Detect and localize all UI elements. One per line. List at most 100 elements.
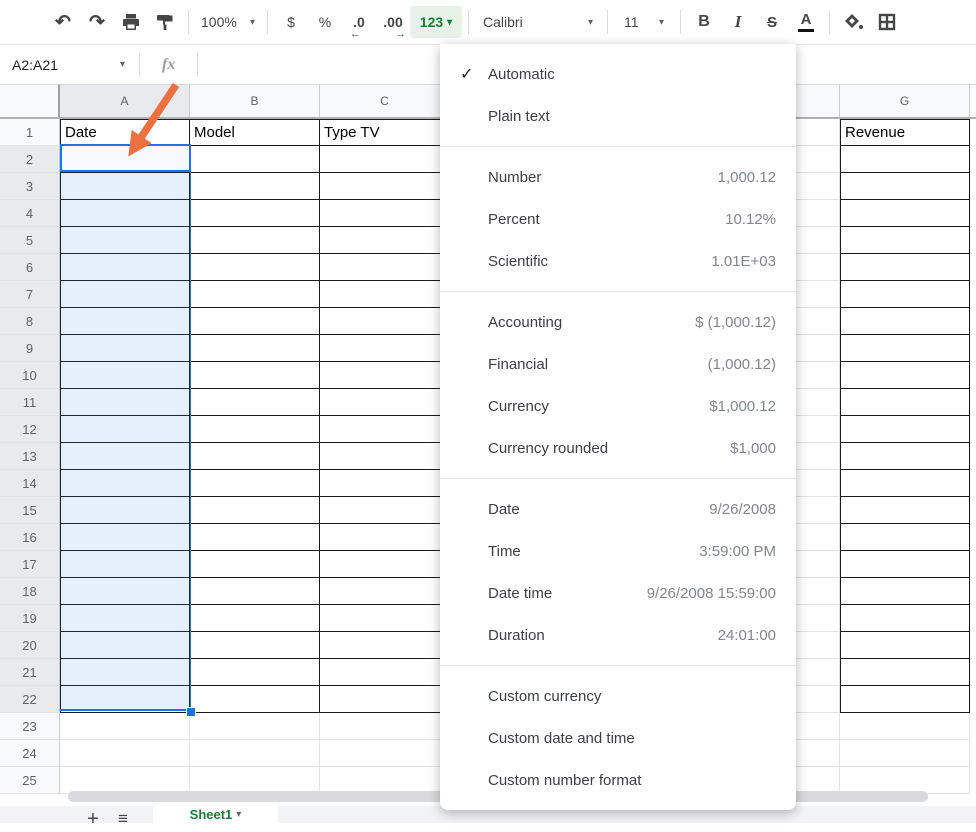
cell-B17[interactable] xyxy=(190,551,320,578)
row-header-5[interactable]: 5 xyxy=(0,227,60,254)
cell-B15[interactable] xyxy=(190,497,320,524)
cell-B25[interactable] xyxy=(190,767,320,794)
cell-C5[interactable] xyxy=(320,227,450,254)
undo-button[interactable]: ↶ xyxy=(46,6,80,38)
cell-A17[interactable] xyxy=(60,551,190,578)
cell-C21[interactable] xyxy=(320,659,450,686)
italic-button[interactable]: I xyxy=(721,6,755,38)
font-family-select[interactable]: Calibri ▾ xyxy=(475,6,601,38)
cell-A7[interactable] xyxy=(60,281,190,308)
cell-B8[interactable] xyxy=(190,308,320,335)
cell-A8[interactable] xyxy=(60,308,190,335)
cell-C3[interactable] xyxy=(320,173,450,200)
row-header-24[interactable]: 24 xyxy=(0,740,60,767)
cell-C22[interactable] xyxy=(320,686,450,713)
cell-G22[interactable] xyxy=(840,686,970,713)
format-percent-button[interactable]: % xyxy=(308,6,342,38)
fill-color-button[interactable] xyxy=(836,6,870,38)
menu-item-automatic[interactable]: ✓Automatic xyxy=(440,53,796,95)
cell-A15[interactable] xyxy=(60,497,190,524)
row-header-1[interactable]: 1 xyxy=(0,119,60,146)
cell-G21[interactable] xyxy=(840,659,970,686)
cell-A9[interactable] xyxy=(60,335,190,362)
menu-item-number[interactable]: ✓Number1,000.12 xyxy=(440,156,796,198)
menu-item-percent[interactable]: ✓Percent10.12% xyxy=(440,198,796,240)
cell-C9[interactable] xyxy=(320,335,450,362)
cell-A10[interactable] xyxy=(60,362,190,389)
row-header-11[interactable]: 11 xyxy=(0,389,60,416)
cell-G23[interactable] xyxy=(840,713,970,740)
cell-A4[interactable] xyxy=(60,200,190,227)
cell-G5[interactable] xyxy=(840,227,970,254)
cell-G8[interactable] xyxy=(840,308,970,335)
row-header-16[interactable]: 16 xyxy=(0,524,60,551)
cell-A19[interactable] xyxy=(60,605,190,632)
menu-item-scientific[interactable]: ✓Scientific1.01E+03 xyxy=(440,240,796,282)
cell-A25[interactable] xyxy=(60,767,190,794)
decrease-decimal-button[interactable]: .0 ← xyxy=(342,6,376,38)
cell-A22[interactable] xyxy=(60,686,190,713)
cell-B24[interactable] xyxy=(190,740,320,767)
row-header-25[interactable]: 25 xyxy=(0,767,60,794)
cell-C17[interactable] xyxy=(320,551,450,578)
row-header-6[interactable]: 6 xyxy=(0,254,60,281)
name-box[interactable]: A2:A21 xyxy=(0,57,116,73)
menu-item-financial[interactable]: ✓Financial(1,000.12) xyxy=(440,343,796,385)
borders-button[interactable] xyxy=(870,6,904,38)
cell-C15[interactable] xyxy=(320,497,450,524)
cell-C19[interactable] xyxy=(320,605,450,632)
menu-item-accounting[interactable]: ✓Accounting$ (1,000.12) xyxy=(440,301,796,343)
cell-C10[interactable] xyxy=(320,362,450,389)
menu-item-custom-number-format[interactable]: ✓Custom number format xyxy=(440,759,796,801)
cell-C24[interactable] xyxy=(320,740,450,767)
cell-C25[interactable] xyxy=(320,767,450,794)
cell-A11[interactable] xyxy=(60,389,190,416)
column-header-C[interactable]: C xyxy=(320,85,450,117)
cell-G6[interactable] xyxy=(840,254,970,281)
cell-G20[interactable] xyxy=(840,632,970,659)
cell-C14[interactable] xyxy=(320,470,450,497)
row-header-22[interactable]: 22 xyxy=(0,686,60,713)
row-header-4[interactable]: 4 xyxy=(0,200,60,227)
text-color-button[interactable]: A xyxy=(789,6,823,38)
cell-C6[interactable] xyxy=(320,254,450,281)
cell-G2[interactable] xyxy=(840,146,970,173)
format-currency-button[interactable]: $ xyxy=(274,6,308,38)
cell-C23[interactable] xyxy=(320,713,450,740)
cell-G9[interactable] xyxy=(840,335,970,362)
all-sheets-button[interactable]: ≡ xyxy=(108,806,138,832)
more-formats-button[interactable]: 123 ▾ xyxy=(410,6,462,38)
cell-C13[interactable] xyxy=(320,443,450,470)
cell-G3[interactable] xyxy=(840,173,970,200)
cell-G12[interactable] xyxy=(840,416,970,443)
zoom-select[interactable]: 100% ▾ xyxy=(195,6,261,38)
cell-A1[interactable]: Date xyxy=(60,119,190,146)
cell-G16[interactable] xyxy=(840,524,970,551)
menu-item-time[interactable]: ✓Time3:59:00 PM xyxy=(440,530,796,572)
paint-format-button[interactable] xyxy=(148,6,182,38)
cell-C7[interactable] xyxy=(320,281,450,308)
row-header-8[interactable]: 8 xyxy=(0,308,60,335)
cell-A24[interactable] xyxy=(60,740,190,767)
cell-B23[interactable] xyxy=(190,713,320,740)
menu-item-custom-currency[interactable]: ✓Custom currency xyxy=(440,675,796,717)
cell-A18[interactable] xyxy=(60,578,190,605)
menu-item-date-time[interactable]: ✓Date time9/26/2008 15:59:00 xyxy=(440,572,796,614)
cell-A12[interactable] xyxy=(60,416,190,443)
cell-B21[interactable] xyxy=(190,659,320,686)
cell-B12[interactable] xyxy=(190,416,320,443)
row-header-7[interactable]: 7 xyxy=(0,281,60,308)
strikethrough-button[interactable]: S xyxy=(755,6,789,38)
cell-A6[interactable] xyxy=(60,254,190,281)
cell-B22[interactable] xyxy=(190,686,320,713)
cell-G7[interactable] xyxy=(840,281,970,308)
column-header-B[interactable]: B xyxy=(190,85,320,117)
cell-C8[interactable] xyxy=(320,308,450,335)
column-header-A[interactable]: A xyxy=(60,85,190,117)
cell-A20[interactable] xyxy=(60,632,190,659)
cell-B18[interactable] xyxy=(190,578,320,605)
row-header-10[interactable]: 10 xyxy=(0,362,60,389)
row-header-15[interactable]: 15 xyxy=(0,497,60,524)
cell-C2[interactable] xyxy=(320,146,450,173)
row-header-17[interactable]: 17 xyxy=(0,551,60,578)
